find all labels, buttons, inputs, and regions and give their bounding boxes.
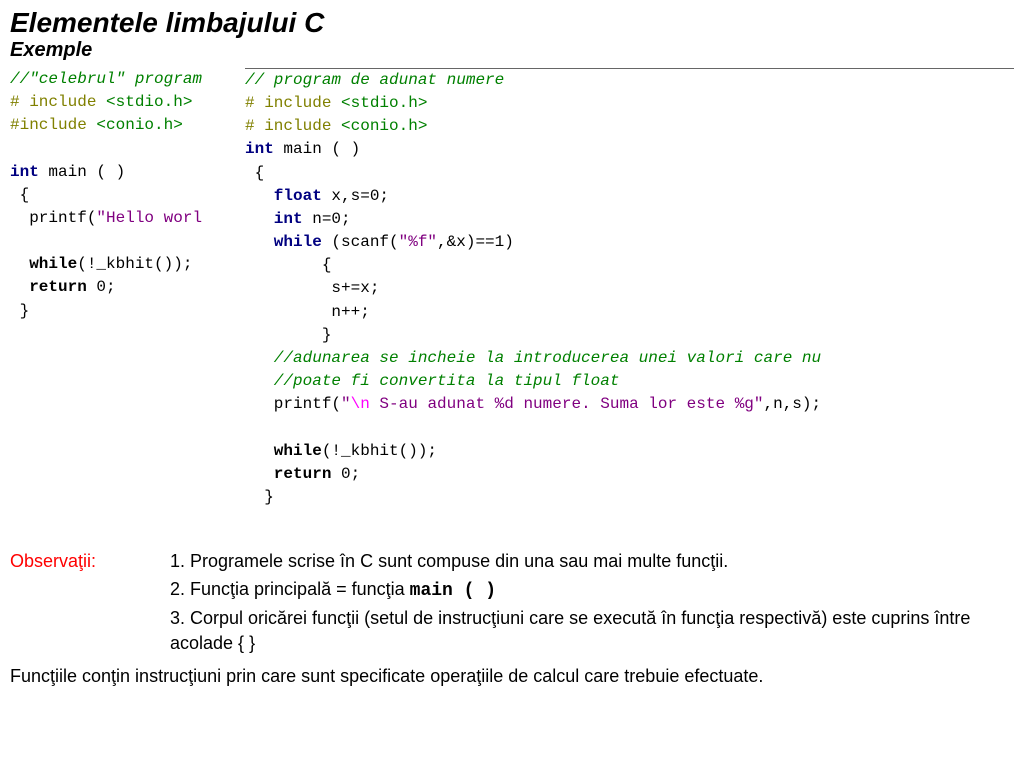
note-2-code: main ( )	[410, 581, 496, 601]
note-2-text: 2. Funcţia principală = funcţia	[170, 579, 410, 599]
code-line: //adunarea se incheie la introducerea un…	[245, 349, 821, 367]
code-token: return	[245, 465, 331, 483]
code-line: //poate fi convertita la tipul float	[245, 372, 619, 390]
notes-footer: Funcţiile conţin instrucţiuni prin care …	[10, 664, 1014, 689]
code-token: <stdio.h>	[106, 93, 192, 111]
code-token: <conio.h>	[96, 116, 182, 134]
code-token: \n	[351, 395, 370, 413]
code-token: int	[245, 210, 303, 228]
code-token: x,s=0;	[322, 187, 389, 205]
code-token: 0;	[331, 465, 360, 483]
code-token: main ( )	[274, 140, 360, 158]
code-token: int	[10, 163, 39, 181]
code-line: }	[245, 326, 331, 344]
code-line: n++;	[245, 303, 370, 321]
code-line: #include	[10, 116, 96, 134]
code-line: {	[10, 186, 29, 204]
code-line: }	[245, 488, 274, 506]
notes-section: Observaţii: 1. Programele scrise în C su…	[10, 549, 1014, 689]
code-token: while	[10, 255, 77, 273]
code-token: # include	[245, 94, 341, 112]
code-line: }	[10, 302, 29, 320]
code-line: s+=x;	[245, 279, 379, 297]
code-token: int	[245, 140, 274, 158]
code-line: {	[245, 256, 331, 274]
note-2: 2. Funcţia principală = funcţia main ( )	[170, 577, 1014, 604]
code-line: // program de adunat numere	[245, 71, 504, 89]
code-token: # include	[245, 117, 341, 135]
note-3: 3. Corpul oricărei funcţii (setul de ins…	[170, 606, 1014, 656]
code-token: while	[245, 442, 322, 460]
code-token: float	[245, 187, 322, 205]
code-token: "	[341, 395, 351, 413]
code-token: "%f"	[399, 233, 437, 251]
code-token: while	[245, 233, 322, 251]
code-right: // program de adunat numere # include <s…	[245, 68, 1014, 510]
observations-row: Observaţii: 1. Programele scrise în C su…	[10, 549, 1014, 658]
page-subtitle: Exemple	[10, 39, 1014, 62]
code-token: printf(	[10, 209, 96, 227]
code-token: printf(	[245, 395, 341, 413]
code-token: <stdio.h>	[341, 94, 427, 112]
code-line: //"celebrul" program	[10, 70, 202, 88]
page-title: Elementele limbajului C	[10, 8, 1014, 39]
code-line: {	[245, 164, 264, 182]
code-token: ,&x)==1)	[437, 233, 514, 251]
code-token: (!_kbhit());	[77, 255, 192, 273]
code-columns: //"celebrul" program # include <stdio.h>…	[10, 68, 1014, 510]
observations-label: Observaţii:	[10, 549, 170, 574]
observations-body: 1. Programele scrise în C sunt compuse d…	[170, 549, 1014, 658]
code-left: //"celebrul" program # include <stdio.h>…	[10, 68, 245, 323]
code-token: return	[10, 278, 87, 296]
code-token: n=0;	[303, 210, 351, 228]
code-token: main ( )	[39, 163, 125, 181]
code-line: # include	[10, 93, 106, 111]
code-token: (!_kbhit());	[322, 442, 437, 460]
code-token: ,n,s);	[764, 395, 822, 413]
code-token: <conio.h>	[341, 117, 427, 135]
note-1: 1. Programele scrise în C sunt compuse d…	[170, 549, 1014, 574]
code-token: 0;	[87, 278, 116, 296]
code-token: "Hello worl	[96, 209, 202, 227]
code-token: (scanf(	[322, 233, 399, 251]
code-token: S-au adunat %d numere. Suma lor este %g"	[370, 395, 764, 413]
